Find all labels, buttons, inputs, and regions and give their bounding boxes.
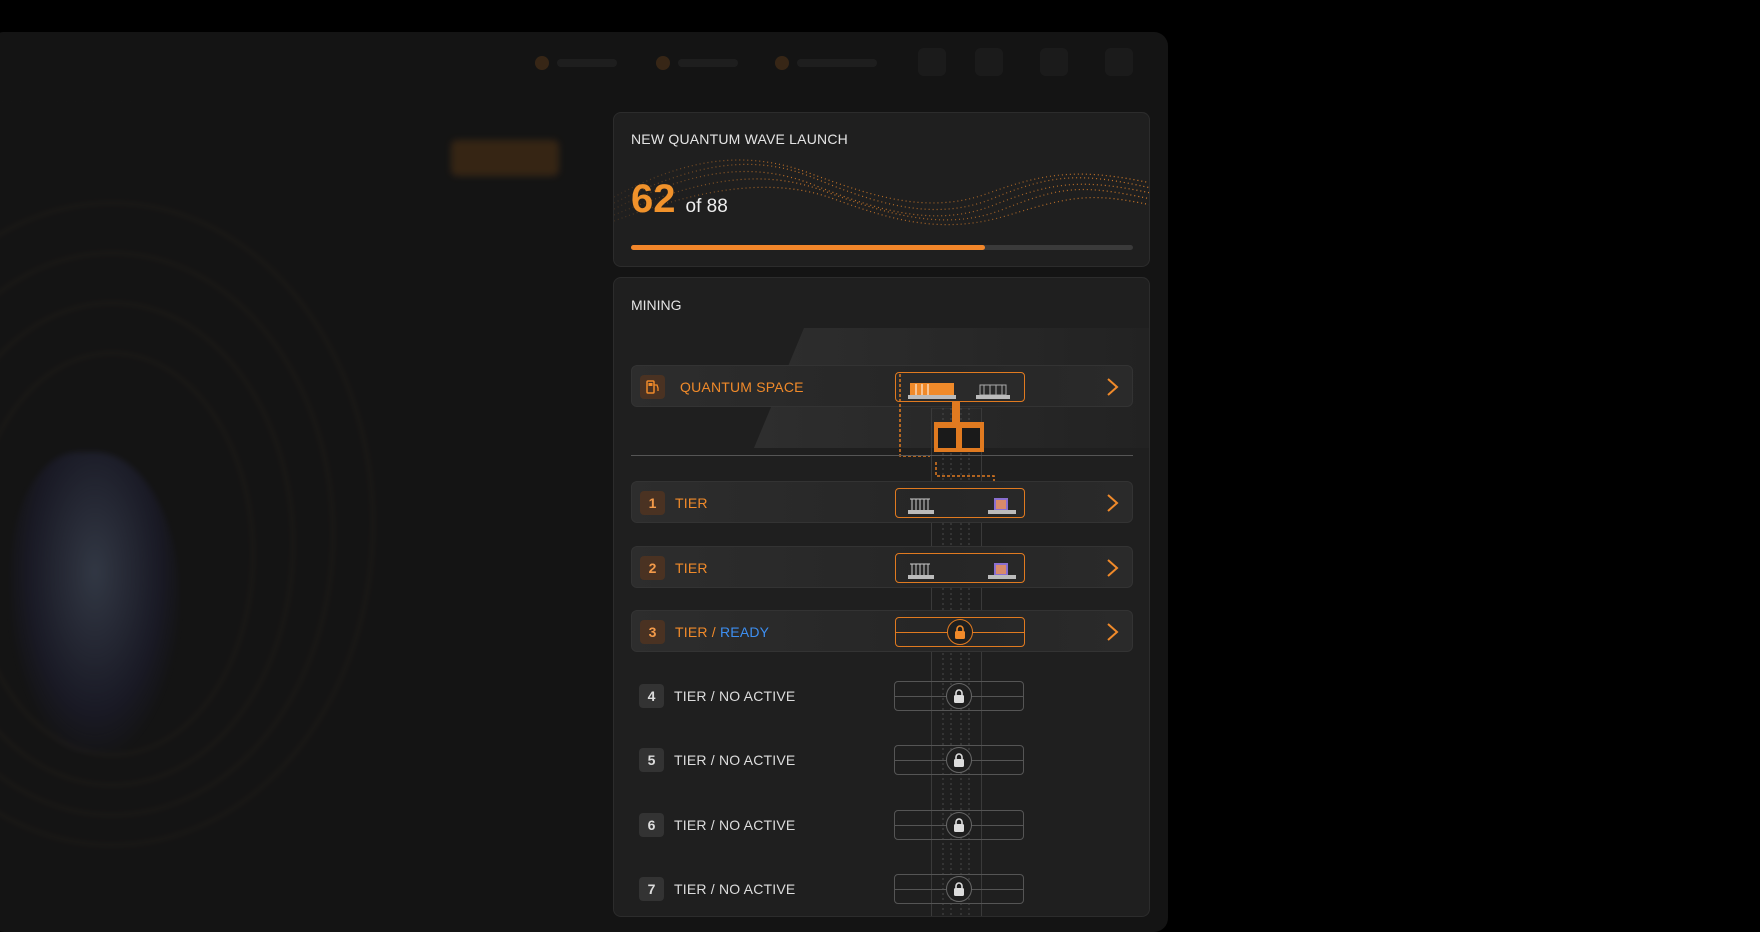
tier-row-3[interactable]: 3 TIER / READY <box>631 610 1133 652</box>
chevron-right-icon[interactable] <box>1102 558 1122 578</box>
tier-label-text: TIER <box>675 560 708 576</box>
tier-label: TIER / NO ACTIVE <box>674 881 795 897</box>
quantum-space-row[interactable]: QUANTUM SPACE <box>631 365 1133 407</box>
mining-title: MINING <box>631 297 682 313</box>
tier-label-text: TIER / NO ACTIVE <box>674 817 796 833</box>
tier-label: TIER / NO ACTIVE <box>674 752 795 768</box>
fuel-pump-icon <box>640 375 665 399</box>
tier-number-badge: 2 <box>640 556 665 580</box>
tier-label-text: TIER / NO ACTIVE <box>674 881 796 897</box>
tier-number-badge: 7 <box>639 877 664 901</box>
lock-icon <box>946 683 972 709</box>
lock-icon <box>947 619 973 645</box>
tier-label-text: TIER / NO ACTIVE <box>674 688 796 704</box>
lock-icon <box>946 876 972 902</box>
tier-row-2[interactable]: 2 TIER <box>631 546 1133 588</box>
launch-title: NEW QUANTUM WAVE LAUNCH <box>631 131 848 147</box>
machine-icon <box>908 498 1016 514</box>
launch-total: of 88 <box>685 196 728 217</box>
launch-current: 62 <box>631 177 676 221</box>
chevron-right-icon[interactable] <box>1102 493 1122 513</box>
level-divider <box>631 455 1133 456</box>
launch-progress-fill <box>631 245 985 250</box>
tier-row-7: 7 TIER / NO ACTIVE <box>631 868 1133 910</box>
tier-number-badge: 5 <box>639 748 664 772</box>
tier-slot <box>894 874 1024 904</box>
tier-label-text: TIER <box>675 495 708 511</box>
launch-count: 62 of 88 <box>631 177 728 222</box>
tier-label-text: TIER / NO ACTIVE <box>674 752 796 768</box>
tier-slot <box>895 553 1025 583</box>
chevron-right-icon[interactable] <box>1102 622 1122 642</box>
tier-number-badge: 4 <box>639 684 664 708</box>
tier-row-6: 6 TIER / NO ACTIVE <box>631 804 1133 846</box>
tier-slot <box>894 810 1024 840</box>
tier-row-5: 5 TIER / NO ACTIVE <box>631 739 1133 781</box>
tier-slot <box>894 745 1024 775</box>
launch-card: NEW QUANTUM WAVE LAUNCH 62 of 88 <box>613 112 1150 267</box>
chevron-right-icon[interactable] <box>1102 377 1122 397</box>
tier-slot <box>895 617 1025 647</box>
tier-number-badge: 6 <box>639 813 664 837</box>
lock-icon <box>946 812 972 838</box>
quantum-space-label: QUANTUM SPACE <box>680 379 804 395</box>
tier-status-ready: READY <box>719 624 770 640</box>
machine-icon <box>908 563 1016 579</box>
top-bar <box>0 32 1168 94</box>
mining-card: MINING QUANTUM SPACE 1 TIER 2 TIER 3 TIE… <box>613 277 1150 917</box>
tier-slot <box>895 488 1025 518</box>
tier-row-1[interactable]: 1 TIER <box>631 481 1133 523</box>
lock-icon <box>946 747 972 773</box>
tier-number-badge: 1 <box>640 491 665 515</box>
tier-slot <box>894 681 1024 711</box>
tier-label-text: TIER / <box>675 624 720 640</box>
tier-label: TIER / NO ACTIVE <box>674 817 795 833</box>
tier-label: TIER / NO ACTIVE <box>674 688 795 704</box>
launch-progress-bar <box>631 245 1133 250</box>
tier-label: TIER / READY <box>675 624 769 640</box>
tier-row-4: 4 TIER / NO ACTIVE <box>631 675 1133 717</box>
tier-label: TIER <box>675 560 708 576</box>
tier-number-badge: 3 <box>640 620 665 644</box>
tier-label: TIER <box>675 495 708 511</box>
